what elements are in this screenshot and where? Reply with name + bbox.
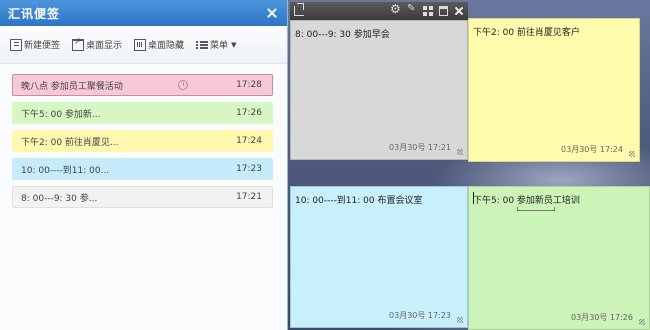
list-item-time: 17:26 bbox=[236, 108, 262, 118]
list-item-text: 下午2: 00 前往肖厦见... bbox=[21, 137, 119, 148]
resize-grip-icon[interactable] bbox=[457, 149, 463, 155]
list-item[interactable]: 晚八点 参加员工聚餐活动 17:28 bbox=[12, 74, 273, 96]
sticky-note-date: 03月30号 17:21 bbox=[389, 143, 451, 152]
list-item-text: 晚八点 参加员工聚餐活动 bbox=[21, 81, 123, 92]
trash-icon[interactable] bbox=[439, 6, 448, 16]
sticky-note-date: 03月30号 17:24 bbox=[561, 145, 623, 154]
list-item-text: 10: 00----到11: 00... bbox=[21, 165, 110, 176]
app-title: 汇讯便签 bbox=[8, 6, 61, 21]
sticky-note[interactable]: 下午2: 00 前往肖厦见客户 03月30号 17:24 bbox=[468, 18, 640, 162]
hide-desktop-icon bbox=[134, 38, 147, 51]
sticky-note-text[interactable]: 8: 00---9: 30 参加早会 bbox=[295, 27, 463, 40]
menu-button[interactable]: 菜单 ▼ bbox=[192, 35, 240, 54]
resize-grip-icon[interactable] bbox=[639, 319, 645, 325]
resize-grip-icon[interactable] bbox=[457, 317, 463, 323]
show-desktop-label: 桌面显示 bbox=[86, 41, 123, 51]
hide-desktop-button[interactable]: 桌面隐藏 bbox=[130, 35, 188, 54]
new-note-icon bbox=[10, 38, 22, 51]
list-item-time: 17:21 bbox=[236, 192, 262, 202]
new-note-button[interactable]: 新建便签 bbox=[6, 35, 64, 54]
grid-icon[interactable] bbox=[423, 6, 433, 16]
back-icon[interactable] bbox=[294, 3, 304, 16]
list-item[interactable]: 10: 00----到11: 00... 17:23 bbox=[12, 158, 273, 180]
alarm-clock-icon bbox=[178, 80, 189, 90]
sticky-note-titlebar[interactable] bbox=[290, 2, 468, 20]
pin-icon[interactable] bbox=[407, 3, 417, 16]
close-icon[interactable] bbox=[454, 6, 464, 16]
list-item-time: 17:23 bbox=[236, 164, 262, 174]
menu-label: 菜单 bbox=[210, 41, 229, 51]
list-item[interactable]: 8: 00---9: 30 参... 17:21 bbox=[12, 186, 273, 208]
list-item-text: 8: 00---9: 30 参... bbox=[21, 193, 98, 204]
menu-icon bbox=[196, 39, 209, 51]
sticky-note[interactable]: 8: 00---9: 30 参加早会 03月30号 17:21 bbox=[290, 20, 468, 160]
panel-titlebar[interactable]: 汇讯便签 bbox=[0, 0, 287, 26]
sticky-note-date: 03月30号 17:26 bbox=[571, 313, 633, 322]
sticky-note-text[interactable]: 下午2: 00 前往肖厦见客户 bbox=[473, 25, 635, 38]
close-icon[interactable] bbox=[265, 6, 279, 20]
note-list: 晚八点 参加员工聚餐活动 17:28 下午5: 00 参加新... 17:26 … bbox=[0, 64, 287, 208]
new-note-label: 新建便签 bbox=[24, 41, 61, 51]
list-item-time: 17:24 bbox=[236, 136, 262, 146]
selection-outline bbox=[517, 207, 555, 211]
sticky-note-text[interactable]: 10: 00----到11: 00 布置会议室 bbox=[295, 193, 463, 206]
text-cursor bbox=[473, 192, 474, 204]
list-item-text: 下午5: 00 参加新... bbox=[21, 109, 101, 120]
gear-icon[interactable] bbox=[390, 2, 401, 16]
sticky-note[interactable]: 10: 00----到11: 00 布置会议室 03月30号 17:23 bbox=[290, 186, 468, 328]
show-desktop-button[interactable]: 桌面显示 bbox=[68, 35, 126, 54]
chevron-down-icon: ▼ bbox=[231, 40, 237, 49]
list-item[interactable]: 下午2: 00 前往肖厦见... 17:24 bbox=[12, 130, 273, 152]
hide-desktop-label: 桌面隐藏 bbox=[148, 41, 185, 51]
list-item-time: 17:28 bbox=[236, 80, 262, 90]
notes-panel: 汇讯便签 新建便签 桌面显示 桌面隐藏 菜单 ▼ 晚八点 参加员工聚餐活动 17… bbox=[0, 0, 288, 330]
sticky-note[interactable]: 下午5: 00 参加新员工培训 03月30号 17:26 bbox=[468, 186, 650, 330]
show-desktop-icon bbox=[72, 37, 85, 51]
sticky-note-date: 03月30号 17:23 bbox=[389, 311, 451, 320]
resize-grip-icon[interactable] bbox=[629, 151, 635, 157]
sticky-note-text[interactable]: 下午5: 00 参加新员工培训 bbox=[473, 193, 645, 206]
list-item[interactable]: 下午5: 00 参加新... 17:26 bbox=[12, 102, 273, 124]
panel-toolbar: 新建便签 桌面显示 桌面隐藏 菜单 ▼ bbox=[0, 26, 287, 64]
